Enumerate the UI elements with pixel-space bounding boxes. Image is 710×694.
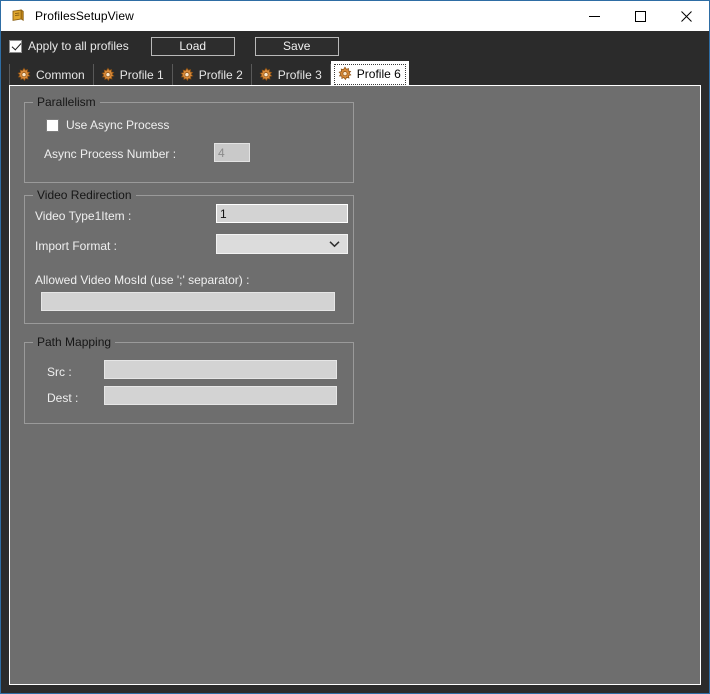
tab-label: Profile 2: [198, 67, 243, 82]
parallelism-group-body: Use Async Process Async Process Number :…: [24, 102, 354, 183]
video-redirection-group: Video Redirection Video Type1Item : 1 Im…: [24, 188, 354, 324]
title-bar: ProfilesSetupView: [1, 1, 709, 31]
use-async-process-check-icon: [46, 118, 59, 132]
chevron-down-icon: [328, 238, 340, 250]
profiles-setup-window: ProfilesSetupView Apply to all profiles …: [0, 0, 710, 694]
video-redirection-group-body: Video Type1Item : 1 Import Format : Allo…: [24, 195, 354, 324]
use-async-process-label: Use Async Process: [66, 118, 170, 132]
import-format-select[interactable]: [216, 234, 348, 254]
apply-to-all-check-icon: [9, 39, 22, 53]
video-type1item-input[interactable]: 1: [216, 204, 348, 223]
video-type1item-label: Video Type1Item :: [35, 209, 132, 223]
close-button[interactable]: [663, 1, 709, 31]
use-async-process-checkbox[interactable]: Use Async Process: [46, 118, 169, 132]
maximize-button[interactable]: [617, 1, 663, 31]
allowed-video-mosid-label: Allowed Video MosId (use ';' separator) …: [35, 273, 250, 287]
tab-label: Profile 1: [119, 67, 164, 82]
profile-settings-panel: Parallelism Use Async Process Async Proc…: [10, 86, 700, 684]
dest-path-input[interactable]: [104, 386, 337, 405]
tab-profile-3[interactable]: Profile 3: [252, 64, 331, 85]
path-mapping-group-title: Path Mapping: [33, 335, 116, 349]
tab-label: Profile 6: [356, 66, 401, 81]
import-format-label: Import Format :: [35, 239, 118, 253]
src-label: Src :: [47, 365, 72, 379]
window-title: ProfilesSetupView: [35, 9, 134, 23]
video-redirection-group-title: Video Redirection: [33, 188, 136, 202]
gear-icon: [337, 66, 353, 82]
apply-to-all-profiles-checkbox[interactable]: Apply to all profiles: [9, 36, 129, 56]
dest-label: Dest :: [47, 391, 79, 405]
tab-profile-2[interactable]: Profile 2: [173, 64, 252, 85]
path-mapping-group: Path Mapping Src : Dest :: [24, 335, 354, 424]
tab-label: Profile 3: [277, 67, 322, 82]
tab-common[interactable]: Common: [9, 64, 94, 85]
gear-icon: [258, 67, 274, 83]
minimize-button[interactable]: [571, 1, 617, 31]
tab-profile-6[interactable]: Profile 6: [330, 61, 409, 85]
profile-document-icon: [10, 8, 26, 24]
path-mapping-group-body: Src : Dest :: [24, 342, 354, 424]
parallelism-group-title: Parallelism: [33, 95, 100, 109]
gear-icon: [100, 67, 116, 83]
gear-icon: [179, 67, 195, 83]
apply-to-all-profiles-label: Apply to all profiles: [28, 39, 129, 53]
parallelism-group: Parallelism Use Async Process Async Proc…: [24, 95, 354, 183]
profile-tab-strip: Common Profile 1 Profile 2 Profile 3 Pro…: [1, 61, 709, 85]
src-path-input[interactable]: [104, 360, 337, 379]
tab-content-border: Parallelism Use Async Process Async Proc…: [9, 85, 701, 685]
load-button[interactable]: Load: [150, 36, 235, 56]
tab-profile-1[interactable]: Profile 1: [94, 64, 173, 85]
tab-label: Common: [36, 67, 85, 82]
async-process-number-input[interactable]: 4: [214, 143, 250, 162]
top-toolbar: Apply to all profiles Load Save: [1, 31, 709, 61]
gear-icon: [16, 67, 32, 83]
async-process-number-label: Async Process Number :: [44, 147, 177, 161]
allowed-video-mosid-input[interactable]: [41, 292, 335, 311]
save-button[interactable]: Save: [254, 36, 339, 56]
